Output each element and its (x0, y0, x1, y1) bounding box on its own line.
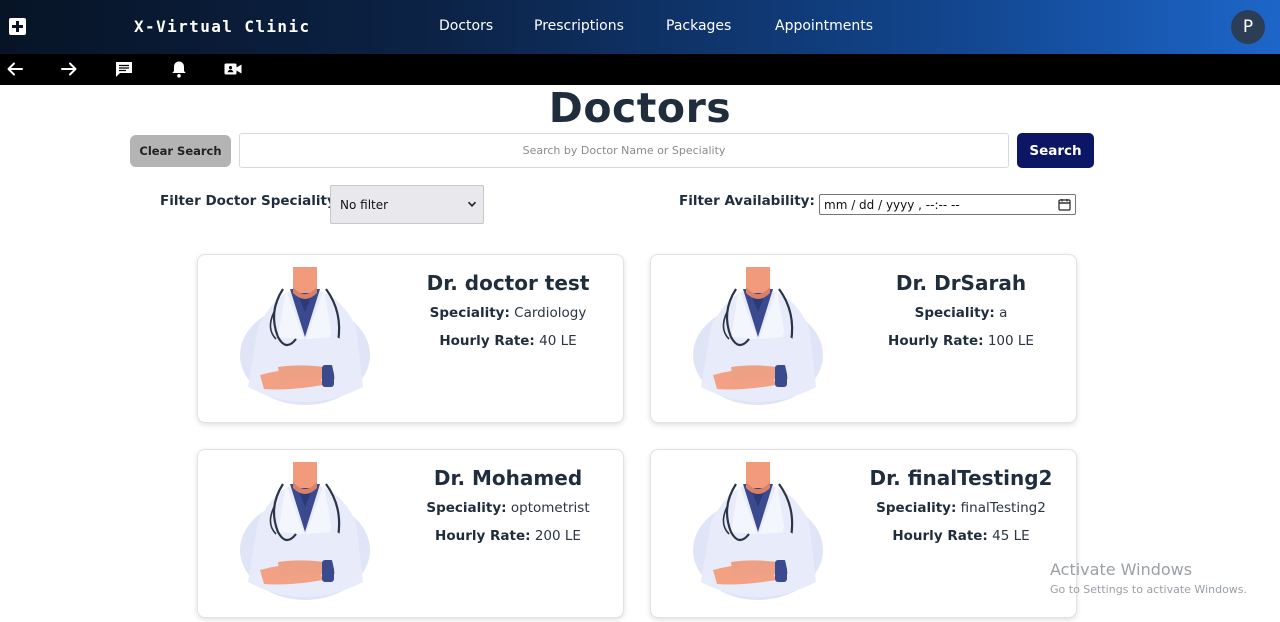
chevron-down-icon (467, 198, 477, 208)
doctor-hourly-rate: 45 LE (992, 528, 1030, 544)
calendar-icon[interactable] (1058, 198, 1071, 211)
doctor-illustration (691, 267, 826, 407)
speciality-label: Speciality: (429, 305, 510, 321)
doctor-hourly-rate: 200 LE (534, 528, 581, 544)
back-arrow-icon[interactable] (5, 59, 25, 79)
speciality-filter-value: No filter (340, 197, 389, 212)
activation-watermark-title: Activate Windows (1050, 560, 1193, 579)
availability-datetime-value: mm / dd / yyyy , --:-- -- (824, 197, 960, 212)
doctor-card[interactable]: Dr. finalTesting2 Speciality: finalTesti… (650, 449, 1077, 618)
nav-link-appointments[interactable]: Appointments (775, 18, 873, 34)
hourly-rate-label: Hourly Rate: (888, 333, 984, 349)
doctor-speciality: Cardiology (514, 305, 587, 321)
activation-watermark-subtitle: Go to Settings to activate Windows. (1050, 583, 1248, 596)
doctor-speciality: a (999, 305, 1008, 321)
speciality-filter-select[interactable]: No filter (330, 185, 484, 224)
doctor-name: Dr. DrSarah (895, 271, 1027, 295)
doctor-speciality: finalTesting2 (960, 500, 1046, 516)
doctor-illustration (238, 462, 373, 602)
availability-datetime-input[interactable]: mm / dd / yyyy , --:-- -- (819, 194, 1076, 215)
top-navbar: X-Virtual Clinic Doctors Prescriptions P… (0, 0, 1280, 54)
speciality-filter-label: Filter Doctor Speciality: (160, 193, 342, 209)
doctor-card[interactable]: Dr. doctor test Speciality: Cardiology H… (197, 254, 624, 423)
doctor-name: Dr. finalTesting2 (869, 466, 1053, 490)
doctor-speciality: optometrist (510, 500, 590, 516)
search-input[interactable] (239, 133, 1009, 168)
nav-links: Doctors Prescriptions Packages Appointme… (0, 0, 1280, 54)
user-avatar[interactable]: P (1231, 10, 1265, 44)
speciality-label: Speciality: (426, 500, 507, 516)
clear-search-button[interactable]: Clear Search (130, 135, 231, 167)
doctor-card[interactable]: Dr. Mohamed Speciality: optometrist Hour… (197, 449, 624, 618)
doctor-hourly-rate: 40 LE (539, 333, 577, 349)
doctor-illustration (238, 267, 373, 407)
hourly-rate-label: Hourly Rate: (892, 528, 988, 544)
secondary-toolbar (0, 54, 1280, 85)
nav-link-packages[interactable]: Packages (666, 18, 731, 34)
video-call-icon[interactable] (223, 59, 243, 79)
doctor-illustration (691, 462, 826, 602)
doctor-name: Dr. Mohamed (433, 466, 583, 490)
page-title: Doctors (548, 84, 732, 132)
hourly-rate-label: Hourly Rate: (435, 528, 531, 544)
hourly-rate-label: Hourly Rate: (439, 333, 535, 349)
availability-filter-label: Filter Availability: (679, 193, 815, 209)
speciality-label: Speciality: (876, 500, 957, 516)
doctor-card[interactable]: Dr. DrSarah Speciality: a Hourly Rate: 1… (650, 254, 1077, 423)
speciality-label: Speciality: (914, 305, 995, 321)
chat-icon[interactable] (114, 59, 134, 79)
doctor-hourly-rate: 100 LE (987, 333, 1034, 349)
doctor-name: Dr. doctor test (426, 271, 590, 295)
nav-link-prescriptions[interactable]: Prescriptions (534, 18, 624, 34)
search-button[interactable]: Search (1017, 133, 1094, 168)
nav-link-doctors[interactable]: Doctors (439, 18, 493, 34)
forward-arrow-icon[interactable] (59, 59, 79, 79)
bell-icon[interactable] (169, 59, 189, 79)
